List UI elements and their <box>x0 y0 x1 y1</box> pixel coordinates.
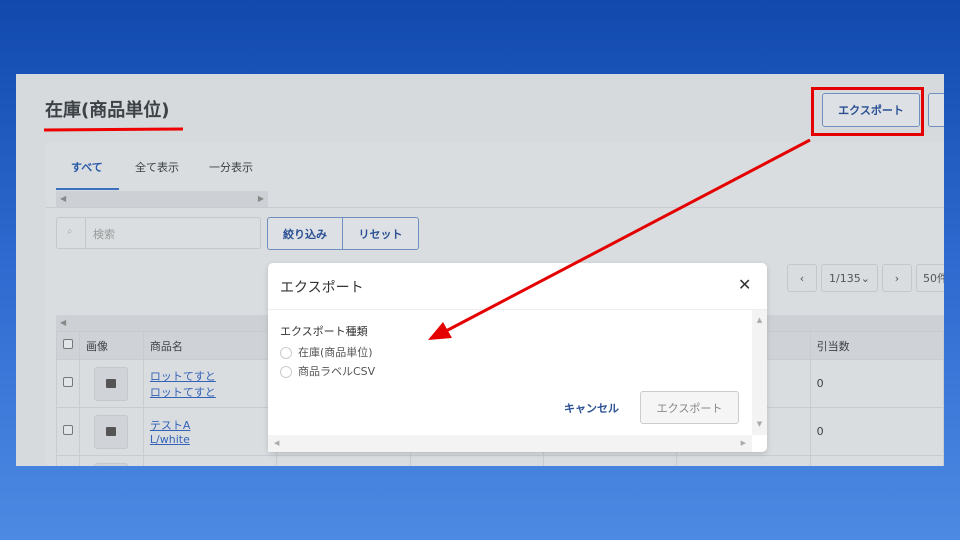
arrow-line <box>445 138 811 333</box>
annotation-arrow <box>428 138 811 340</box>
